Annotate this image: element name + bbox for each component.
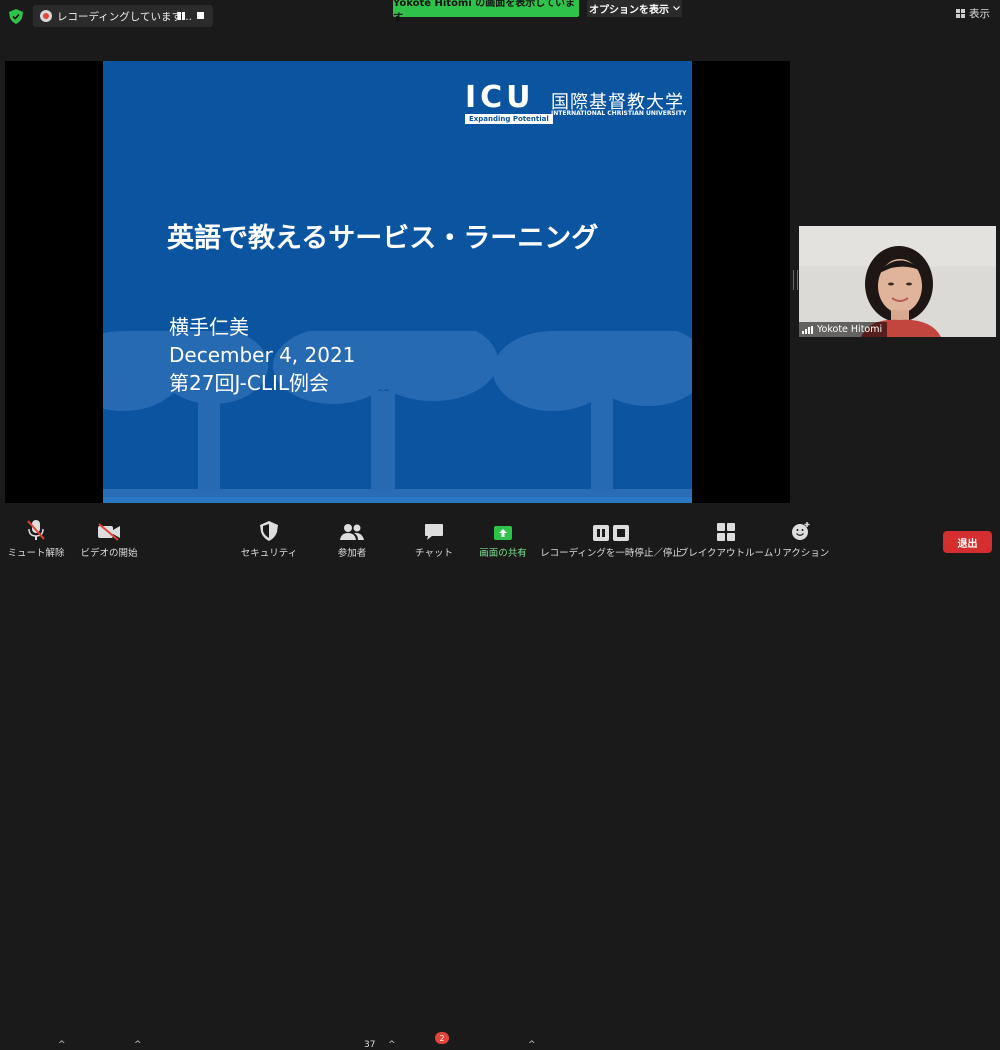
view-options-label: オプションを表示 — [589, 5, 669, 16]
unmute-button[interactable]: ミュート解除 — [7, 511, 65, 563]
reactions-button[interactable]: リアクション — [773, 511, 829, 563]
participants-options-caret[interactable]: ^ — [388, 1040, 396, 1050]
breakout-rooms-button[interactable]: ブレイクアウトルーム — [679, 511, 773, 563]
pause-icon[interactable] — [176, 11, 186, 21]
muted-microphone-icon — [27, 520, 45, 540]
university-name-en: INTERNATIONAL CHRISTIAN UNIVERSITY — [551, 110, 687, 117]
slide-bottom-band — [103, 497, 692, 503]
pause-recording-icon — [593, 525, 609, 541]
recording-indicator: レコーディングしています... — [33, 5, 213, 27]
participants-button[interactable]: 参加者 — [330, 511, 374, 563]
leave-label: 退出 — [957, 538, 978, 550]
icu-logo: ICU — [465, 80, 535, 115]
reactions-emoji-icon — [792, 522, 810, 540]
video-options-caret[interactable]: ^ — [134, 1040, 142, 1050]
share-options-caret[interactable]: ^ — [528, 1040, 536, 1050]
share-banner-text: Yokote Hitomi の画面を表示しています — [393, 0, 575, 24]
breakout-rooms-icon — [717, 523, 735, 541]
slide-subtitle: 横手仁美 December 4, 2021 第27回J-CLIL例会 — [169, 313, 355, 397]
participant-avatar — [799, 226, 996, 337]
signal-strength-icon — [802, 325, 813, 334]
share-screen-icon — [494, 526, 512, 540]
gallery-view-icon — [956, 9, 965, 18]
chat-unread-badge: 2 — [435, 1032, 449, 1044]
view-label: 表示 — [969, 8, 990, 20]
audio-options-caret[interactable]: ^ — [58, 1040, 66, 1050]
recording-control-button[interactable]: レコーディングを一時停止／停止 — [540, 511, 682, 563]
security-label: セキュリティ — [240, 548, 298, 559]
breakout-rooms-label: ブレイクアウトルーム — [678, 548, 774, 559]
start-video-label: ビデオの開始 — [80, 548, 138, 559]
stop-recording-icon — [613, 525, 629, 541]
shield-icon — [260, 521, 278, 541]
share-screen-label: 画面の共有 — [479, 548, 527, 559]
participant-video-thumbnail[interactable]: Yokote Hitomi — [799, 226, 996, 337]
participants-count: 37 — [364, 1040, 376, 1050]
security-button[interactable]: セキュリティ — [240, 511, 298, 563]
reactions-label: リアクション — [772, 548, 830, 559]
presentation-slide: ICU Expanding Potential 国際基督教大学 INTERNAT… — [103, 61, 692, 503]
stop-icon[interactable] — [197, 12, 204, 19]
security-shield-icon[interactable] — [9, 9, 23, 24]
leave-meeting-button[interactable]: 退出 — [943, 531, 992, 553]
presentation-date: December 4, 2021 — [169, 343, 356, 367]
view-options-button[interactable]: オプションを表示 — [587, 0, 682, 17]
presenter-name: 横手仁美 — [169, 315, 249, 339]
start-video-button[interactable]: ビデオの開始 — [80, 511, 138, 563]
screen-share-banner: Yokote Hitomi の画面を表示しています — [393, 0, 579, 24]
cloud-recording-icon — [40, 10, 52, 22]
participant-name: Yokote Hitomi — [817, 324, 883, 335]
participants-label: 参加者 — [337, 548, 367, 559]
panel-resize-handle[interactable] — [793, 270, 798, 290]
chat-icon — [425, 524, 443, 540]
chevron-down-icon — [673, 6, 680, 11]
meeting-toolbar: ミュート解除 ^ ビデオの開始 ^ セキュリティ 参加者 37 ^ チャット 2… — [0, 511, 1000, 1050]
share-screen-button[interactable]: 画面の共有 — [476, 511, 530, 563]
unmute-label: ミュート解除 — [7, 548, 65, 559]
participant-name-tag: Yokote Hitomi — [799, 322, 888, 337]
video-off-icon — [98, 523, 120, 541]
view-button[interactable]: 表示 — [956, 6, 990, 21]
event-name: 第27回J-CLIL例会 — [169, 371, 329, 395]
slide-title: 英語で教えるサービス・ラーニング — [167, 223, 599, 254]
recording-status: レコーディングしています... — [57, 10, 192, 23]
icu-tagline: Expanding Potential — [465, 114, 553, 124]
participants-icon — [340, 524, 364, 540]
chat-label: チャット — [415, 548, 453, 559]
chat-button[interactable]: チャット — [414, 511, 454, 563]
recording-control-label: レコーディングを一時停止／停止 — [540, 548, 682, 559]
